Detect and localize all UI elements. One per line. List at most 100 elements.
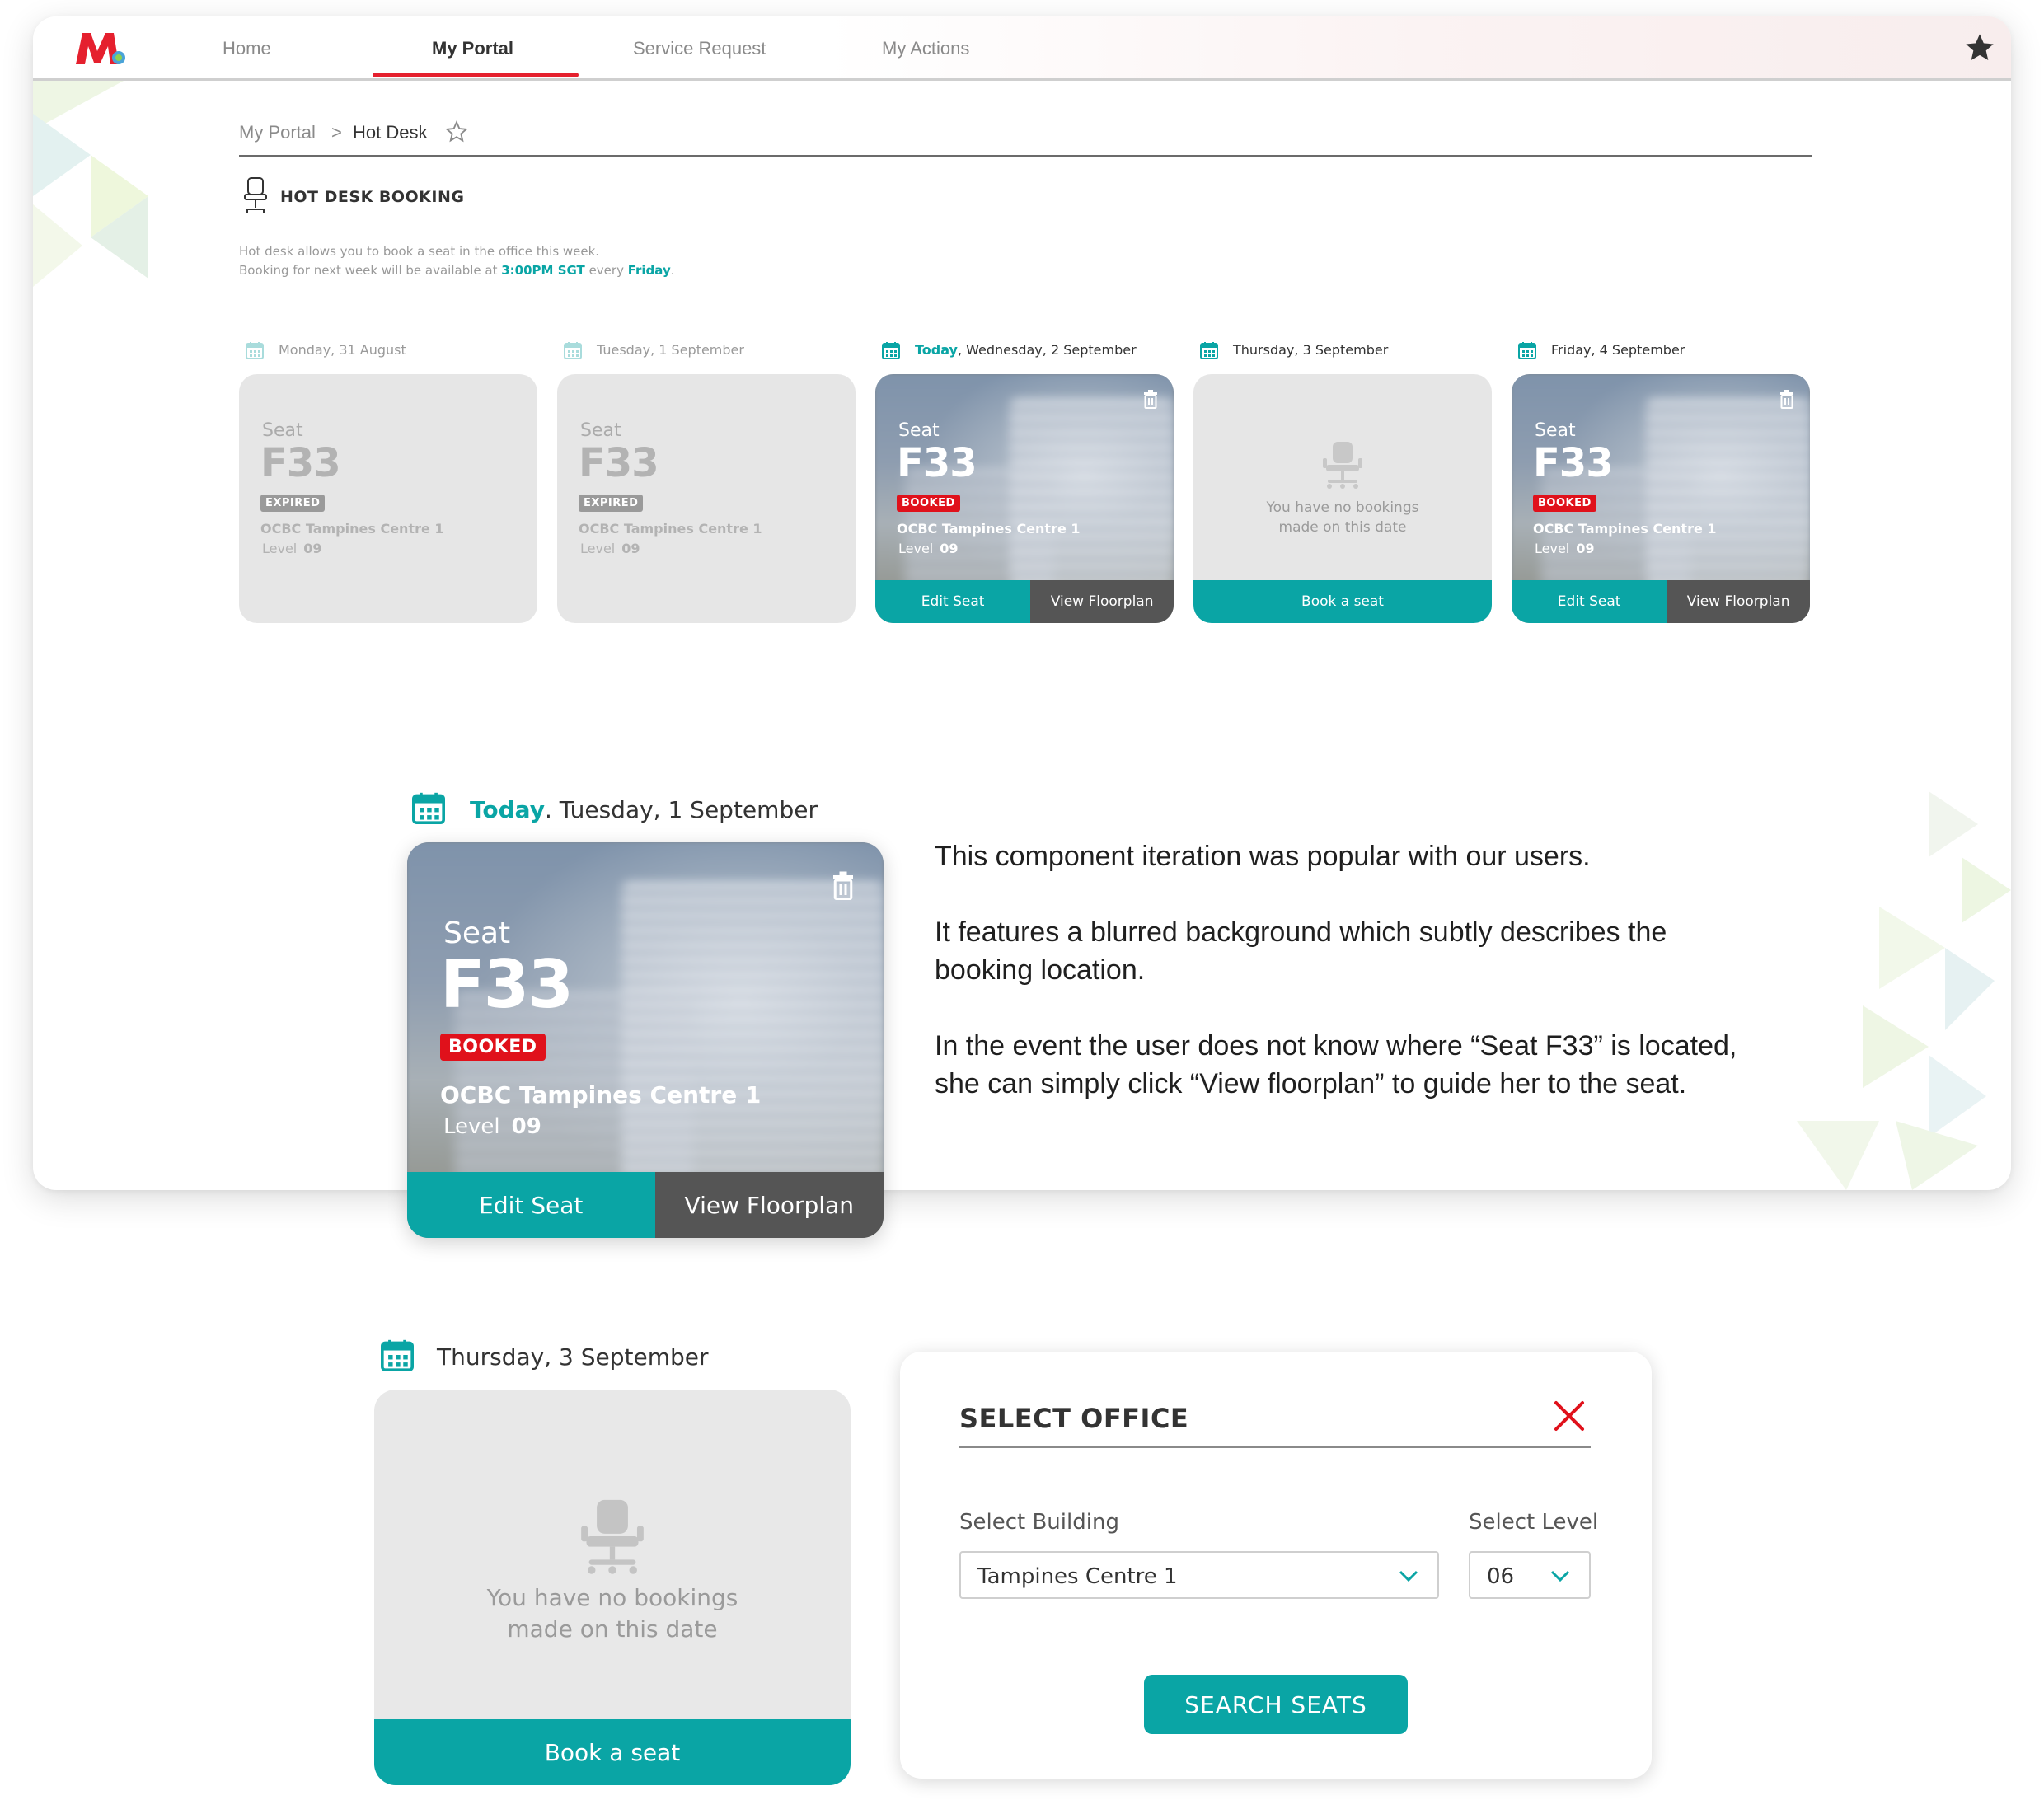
level-info: Level 09 (580, 541, 640, 556)
card-actions: Edit Seat View Floorplan (407, 1172, 884, 1238)
empty-booking-card: You have no bookings made on this date B… (374, 1390, 851, 1785)
day-date: Thursday, 3 September (1233, 342, 1389, 358)
level-value: 09 (940, 541, 959, 556)
favorites-star-icon[interactable] (1963, 31, 1996, 64)
building-label: Select Building (959, 1510, 1119, 1535)
today-label: Today (915, 342, 958, 358)
day-date: Tuesday, 1 September (597, 342, 744, 358)
decorative-triangles-left (33, 81, 148, 287)
top-navbar: Home My Portal Service Request My Action… (33, 16, 2011, 81)
level-value: 09 (511, 1114, 541, 1139)
empty-card-date: Thursday, 3 September (437, 1343, 709, 1371)
view-floorplan-button[interactable]: View Floorplan (1667, 580, 1810, 623)
view-floorplan-button[interactable]: View Floorplan (654, 1172, 884, 1238)
edit-seat-button[interactable]: Edit Seat (407, 1172, 655, 1238)
book-seat-button[interactable]: Book a seat (1193, 580, 1492, 623)
day-date: Friday, 4 September (1551, 342, 1685, 358)
building-select[interactable]: Tampines Centre 1 (959, 1551, 1439, 1599)
edit-seat-button[interactable]: Edit Seat (1512, 580, 1667, 623)
modal-title: SELECT OFFICE (959, 1403, 1189, 1434)
level-label: Level (1535, 541, 1570, 556)
building-name: OCBC Tampines Centre 1 (440, 1081, 762, 1109)
level-value: 09 (303, 541, 322, 556)
seat-label: Seat (443, 916, 511, 950)
level-select-value: 06 (1487, 1564, 1515, 1589)
breadcrumb-my-portal[interactable]: My Portal (239, 122, 316, 143)
featured-date: Today. Tuesday, 1 September (470, 796, 818, 823)
level-label: Select Level (1469, 1510, 1599, 1535)
building-select-value: Tampines Centre 1 (977, 1564, 1178, 1589)
level-label: Level (580, 541, 616, 556)
calendar-icon (882, 342, 900, 359)
nav-home[interactable]: Home (223, 38, 271, 59)
intro-text-part: Booking for next week will be available … (239, 263, 502, 278)
no-booking-line: You have no bookings (486, 1584, 738, 1611)
card-actions: Edit Seat View Floorplan (875, 580, 1174, 623)
page-title: HOT DESK BOOKING (280, 188, 465, 206)
status-badge: EXPIRED (579, 495, 644, 512)
description-paragraph: This component iteration was popular wit… (935, 841, 1591, 872)
search-seats-button[interactable]: SEARCH SEATS (1144, 1675, 1408, 1734)
status-badge: BOOKED (1533, 495, 1596, 512)
nav-my-actions[interactable]: My Actions (882, 38, 969, 59)
book-seat-button[interactable]: Book a seat (374, 1719, 851, 1785)
select-office-modal: SELECT OFFICE Select Building Select Lev… (900, 1352, 1652, 1779)
calendar-icon (381, 1339, 414, 1371)
description-paragraph: It features a blurred background which s… (935, 916, 1667, 986)
office-chair-icon (1323, 442, 1362, 489)
breadcrumb: My Portal > Hot Desk (239, 120, 1812, 157)
delete-trash-icon[interactable] (1779, 389, 1795, 409)
booking-card-expired: Seat F33 EXPIRED OCBC Tampines Centre 1 … (239, 374, 537, 623)
no-booking-message: You have no bookings made on this date (374, 1582, 851, 1645)
booking-card-expired: Seat F33 EXPIRED OCBC Tampines Centre 1 … (557, 374, 856, 623)
level-value: 09 (1576, 541, 1595, 556)
intro-line-1: Hot desk allows you to book a seat in th… (239, 244, 600, 259)
close-icon[interactable] (1551, 1398, 1587, 1434)
featured-booking-card: Seat F33 BOOKED OCBC Tampines Centre 1 L… (407, 842, 884, 1238)
breadcrumb-separator: > (331, 122, 342, 143)
no-booking-line: You have no bookings (1266, 499, 1419, 516)
active-tab-indicator (373, 73, 579, 77)
booking-card-empty: You have no bookings made on this date B… (1193, 374, 1492, 623)
decorative-triangles-right (1797, 791, 2011, 1190)
level-label: Level (898, 541, 934, 556)
booking-card-booked: Seat F33 BOOKED OCBC Tampines Centre 1 L… (1512, 374, 1810, 623)
no-booking-line: made on this date (1278, 519, 1407, 536)
nav-service-request[interactable]: Service Request (633, 38, 766, 59)
company-logo[interactable] (73, 28, 130, 68)
level-info: Level 09 (443, 1114, 541, 1139)
intro-day: Friday (627, 263, 671, 278)
office-chair-icon (581, 1499, 644, 1574)
level-select[interactable]: 06 (1469, 1551, 1591, 1599)
view-floorplan-button[interactable]: View Floorplan (1030, 580, 1174, 623)
calendar-icon (564, 342, 582, 359)
level-label: Level (262, 541, 298, 556)
delete-trash-icon[interactable] (831, 870, 856, 900)
level-info: Level 09 (898, 541, 959, 556)
card-actions: Book a seat (1193, 580, 1492, 623)
modal-divider (959, 1446, 1591, 1448)
edit-seat-button[interactable]: Edit Seat (875, 580, 1031, 623)
day-date: Monday, 31 August (279, 342, 406, 358)
calendar-icon (412, 792, 445, 824)
level-info: Level 09 (262, 541, 322, 556)
chair-icon (244, 177, 267, 213)
bookmark-star-icon[interactable] (445, 120, 468, 143)
no-booking-message: You have no bookings made on this date (1193, 498, 1492, 537)
building-name: OCBC Tampines Centre 1 (1533, 521, 1717, 537)
seat-label: Seat (262, 420, 303, 441)
intro-line-2: Booking for next week will be available … (239, 261, 675, 280)
nav-my-portal[interactable]: My Portal (432, 38, 513, 59)
level-value: 09 (621, 541, 640, 556)
seat-number: F33 (440, 946, 574, 1023)
intro-text-part: . (670, 263, 675, 278)
seat-label: Seat (898, 420, 940, 441)
chevron-down-icon (1399, 1570, 1418, 1582)
seat-number: F33 (260, 440, 341, 486)
design-description: This component iteration was popular wit… (935, 837, 1759, 1141)
card-actions: Edit Seat View Floorplan (1512, 580, 1810, 623)
status-badge: BOOKED (897, 495, 960, 512)
calendar-icon (246, 342, 264, 359)
status-badge: BOOKED (440, 1034, 546, 1061)
delete-trash-icon[interactable] (1142, 389, 1159, 409)
